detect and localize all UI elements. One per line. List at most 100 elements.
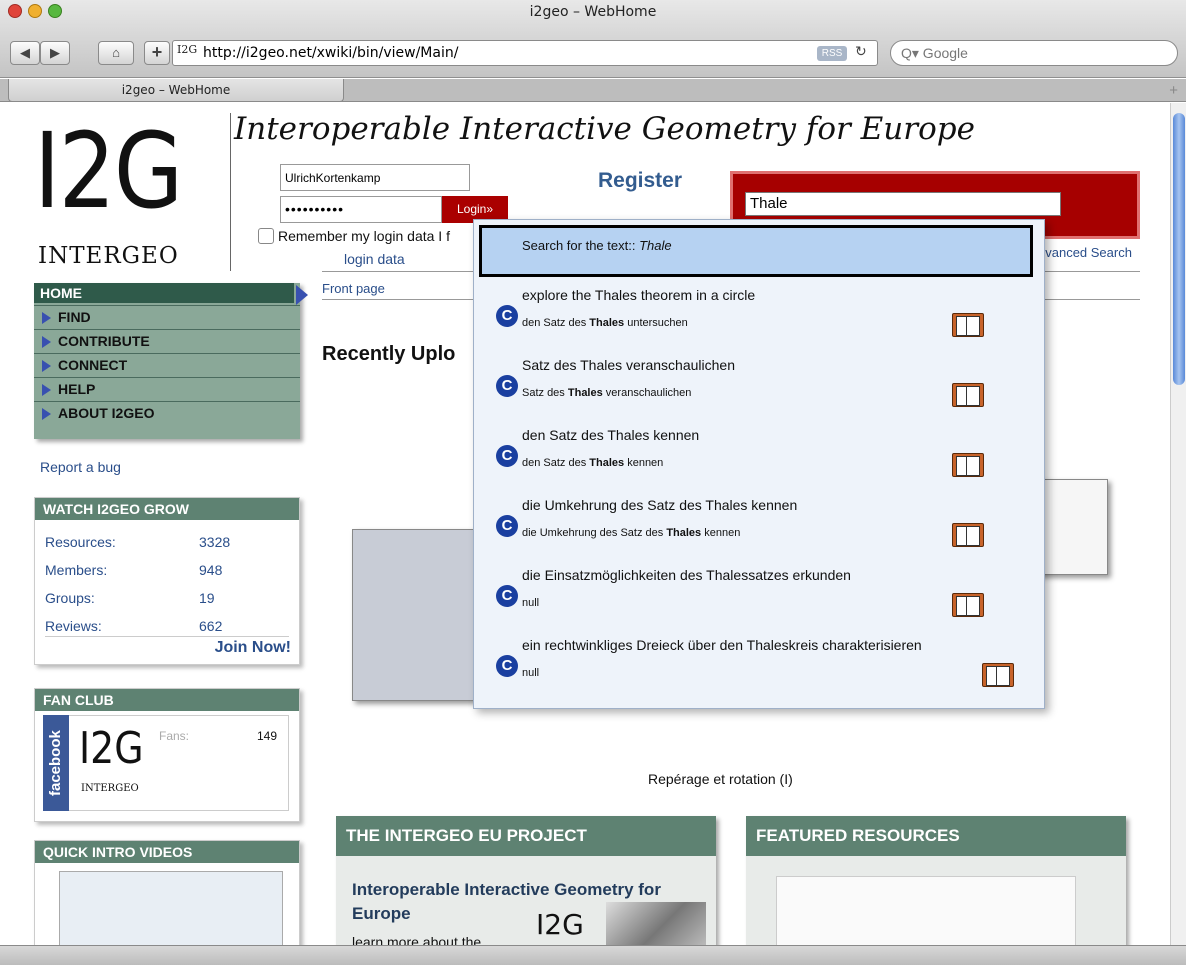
competency-icon: C: [496, 445, 518, 467]
google-search-field[interactable]: Q▾ Google: [890, 40, 1178, 66]
password-input[interactable]: ••••••••••: [280, 196, 442, 223]
videos-title: QUICK INTRO VIDEOS: [35, 841, 299, 863]
nav-item-find[interactable]: FIND: [34, 305, 300, 329]
register-link[interactable]: Register: [598, 169, 682, 193]
stat-label[interactable]: Reviews:: [45, 618, 102, 634]
fan-club-logo-subtitle: INTERGEO: [81, 783, 139, 794]
suggestion-search-text[interactable]: Search for the text:: Thale: [479, 225, 1033, 277]
grow-box-title: WATCH I2GEO GROW: [35, 498, 299, 520]
stat-value[interactable]: 948: [199, 562, 222, 578]
book-icon[interactable]: [952, 313, 984, 337]
stat-value[interactable]: 19: [199, 590, 215, 606]
recently-uploaded-heading: Recently Uplo: [322, 343, 456, 365]
suggestion-title: die Umkehrung des Satz des Thales kennen: [522, 497, 798, 513]
featured-panel: FEATURED RESOURCES: [746, 816, 1126, 945]
tab-webhome[interactable]: i2geo – WebHome: [8, 79, 344, 102]
rss-button[interactable]: RSS: [817, 46, 847, 61]
forward-button[interactable]: ▶: [40, 41, 70, 65]
triangle-right-icon: [42, 360, 51, 372]
stat-value[interactable]: 3328: [199, 534, 230, 550]
suggestion-title: ein rechtwinkliges Dreieck über den Thal…: [522, 637, 922, 653]
video-thumbnail[interactable]: [59, 871, 283, 945]
fan-club-logo: I2G: [79, 723, 144, 774]
subtitle-text: Satz des: [522, 387, 565, 399]
nav-item-connect[interactable]: CONNECT: [34, 353, 300, 377]
main-nav: HOME FIND CONTRIBUTE CONNECT HELP ABOUT …: [34, 283, 308, 439]
url-text: http://i2geo.net/xwiki/bin/view/Main/: [203, 45, 459, 61]
suggestion-item[interactable]: C Satz des Thales veranschaulichen Satz …: [474, 353, 1046, 423]
suggestion-item[interactable]: C die Einsatzmöglichkeiten des Thalessat…: [474, 563, 1046, 633]
remember-label-tail: I f: [438, 228, 450, 244]
add-bookmark-button[interactable]: +: [144, 41, 170, 65]
suggestion-title: den Satz des Thales kennen: [522, 427, 700, 443]
status-bar: [0, 945, 1186, 965]
scrollbar-thumb[interactable]: [1173, 113, 1185, 385]
advanced-search-link[interactable]: dvanced Search: [1038, 245, 1132, 260]
join-now-link[interactable]: Join Now!: [215, 639, 291, 657]
facebook-logo: facebook: [43, 715, 69, 811]
project-learn-more[interactable]: learn more about the: [352, 934, 481, 945]
site-logo[interactable]: I2G: [34, 115, 183, 227]
suggestion-subtitle: null: [522, 667, 539, 679]
remember-login[interactable]: Remember my login data I f: [258, 228, 450, 244]
new-tab-icon[interactable]: +: [1169, 82, 1178, 99]
nav-item-contribute[interactable]: CONTRIBUTE: [34, 329, 300, 353]
book-icon[interactable]: [952, 593, 984, 617]
book-icon[interactable]: [952, 523, 984, 547]
featured-resources-image[interactable]: [776, 876, 1076, 945]
vertical-scrollbar[interactable]: [1170, 103, 1186, 945]
browser-window: i2geo – WebHome ◀ ▶ ⌂ + I2G http://i2geo…: [0, 0, 1186, 965]
book-icon[interactable]: [952, 453, 984, 477]
triangle-right-icon: [42, 384, 51, 396]
divider: [45, 636, 289, 637]
resource-thumbnail[interactable]: [1038, 479, 1108, 575]
triangle-right-icon: [42, 312, 51, 324]
report-bug-link[interactable]: Report a bug: [40, 459, 121, 475]
nav-item-about[interactable]: ABOUT I2GEO: [34, 401, 300, 425]
suggestion-subtitle: den Satz des Thales kennen: [522, 457, 663, 469]
breadcrumb[interactable]: Front page: [322, 281, 385, 296]
username-input[interactable]: UlrichKortenkamp: [280, 164, 470, 191]
book-icon[interactable]: [952, 383, 984, 407]
stat-label[interactable]: Members:: [45, 562, 107, 578]
project-panel: THE INTERGEO EU PROJECT Interoperable In…: [336, 816, 716, 945]
nav-item-label: CONNECT: [58, 357, 128, 373]
search-input[interactable]: Thale: [745, 192, 1061, 216]
triangle-right-icon: [42, 336, 51, 348]
title-bar: i2geo – WebHome ◀ ▶ ⌂ + I2G http://i2geo…: [0, 0, 1186, 78]
resource-thumbnail[interactable]: [352, 529, 476, 701]
subtitle-text: veranschaulichen: [605, 387, 692, 399]
reload-icon[interactable]: ↻: [855, 43, 867, 60]
nav-item-label: FIND: [58, 309, 91, 325]
fans-label: Fans:: [159, 729, 190, 743]
suggestion-item[interactable]: C den Satz des Thales kennen den Satz de…: [474, 423, 1046, 493]
fan-club-box: FAN CLUB facebook I2G INTERGEO Fans: 149: [34, 688, 300, 822]
suggestion-subtitle: die Umkehrung des Satz des Thales kennen: [522, 527, 740, 539]
login-data-link[interactable]: login data: [344, 251, 405, 267]
remember-checkbox[interactable]: [258, 228, 274, 244]
subtitle-match: Thales: [666, 527, 702, 539]
address-bar[interactable]: I2G http://i2geo.net/xwiki/bin/view/Main…: [172, 40, 878, 66]
suggestion-item[interactable]: C die Umkehrung des Satz des Thales kenn…: [474, 493, 1046, 563]
nav-item-help[interactable]: HELP: [34, 377, 300, 401]
nav-active-arrow-icon: [296, 285, 308, 305]
nav-home[interactable]: HOME: [34, 283, 294, 303]
home-button[interactable]: ⌂: [98, 41, 134, 65]
subtitle-text: kennen: [627, 457, 664, 469]
book-icon[interactable]: [982, 663, 1014, 687]
suggestion-item[interactable]: C ein rechtwinkliges Dreieck über den Th…: [474, 633, 1046, 703]
nav-item-label: HELP: [58, 381, 96, 397]
stat-label[interactable]: Resources:: [45, 534, 116, 550]
suggestion-subtitle: Satz des Thales veranschaulichen: [522, 387, 691, 399]
subtitle-text: kennen: [704, 527, 741, 539]
videos-box: QUICK INTRO VIDEOS: [34, 840, 300, 945]
subtitle-text: untersuchen: [627, 317, 688, 329]
subtitle-text: die Umkehrung des Satz des: [522, 527, 664, 539]
stat-value[interactable]: 662: [199, 618, 222, 634]
suggestion-item[interactable]: C explore the Thales theorem in a circle…: [474, 283, 1046, 353]
stat-label[interactable]: Groups:: [45, 590, 95, 606]
subtitle-text: den Satz des: [522, 317, 587, 329]
back-button[interactable]: ◀: [10, 41, 40, 65]
resource-caption[interactable]: Repérage et rotation (I): [648, 771, 793, 787]
search-placeholder: Q▾ Google: [901, 45, 968, 61]
